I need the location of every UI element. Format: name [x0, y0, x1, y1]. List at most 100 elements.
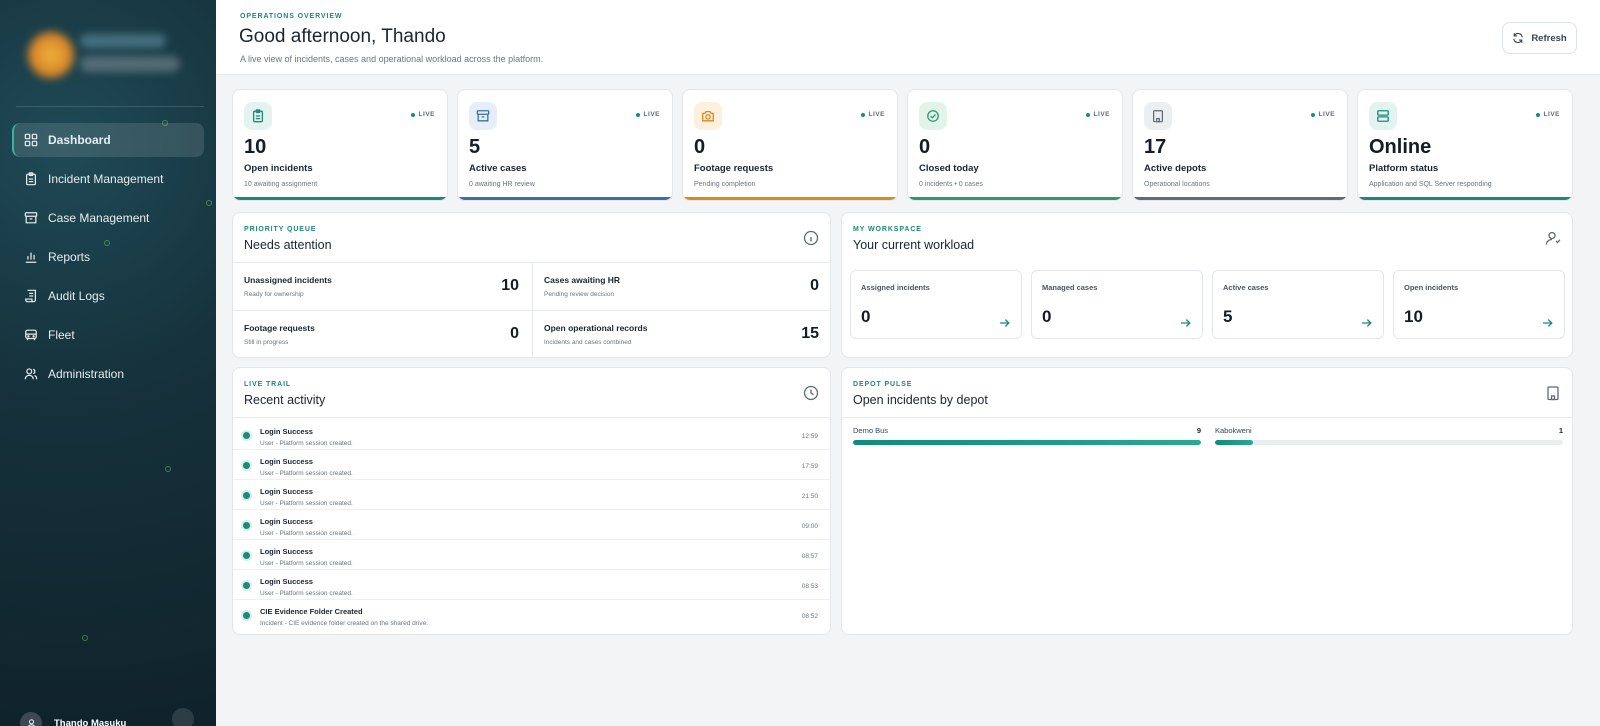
sidebar-item-case-management[interactable]: Case Management	[12, 201, 204, 235]
kpi-accent-bar	[458, 197, 672, 200]
activity-item[interactable]: Login Success User - Platform session cr…	[233, 570, 830, 600]
activity-subtext: User - Platform session created.	[260, 590, 353, 597]
info-icon[interactable]	[803, 230, 819, 246]
workload-value: 10	[1404, 307, 1423, 326]
depot-count: 9	[1196, 426, 1201, 435]
arrow-right-icon	[999, 316, 1011, 328]
user-icon[interactable]	[1545, 230, 1561, 246]
sidebar: Dashboard Incident Management Case Manag…	[0, 0, 216, 726]
company-logo[interactable]	[20, 22, 180, 84]
activity-time: 12:59	[801, 433, 818, 440]
activity-time: 08:57	[801, 553, 818, 560]
live-badge: LIVE	[1085, 111, 1110, 118]
activity-title: Login Success	[260, 577, 313, 586]
pq-footage-requests[interactable]: Footage requests Still in progress 0	[233, 311, 531, 357]
panel-title: Open incidents by depot	[853, 393, 988, 407]
activity-item[interactable]: Login Success User - Platform session cr…	[233, 480, 830, 510]
sidebar-item-reports[interactable]: Reports	[12, 240, 204, 274]
camera-icon	[694, 102, 722, 130]
kpi-value: 17	[1144, 136, 1167, 158]
refresh-icon	[1513, 32, 1523, 44]
kpi-card-footage-requests[interactable]: LIVE 0 Footage requests Pending completi…	[682, 89, 898, 201]
user-profile[interactable]: Thando Masuku	[20, 708, 194, 726]
pq-subtext: Ready for ownership	[244, 291, 304, 298]
activity-item[interactable]: Login Success User - Platform session cr…	[233, 510, 830, 540]
activity-time: 09:00	[801, 523, 818, 530]
workload-card-active-cases[interactable]: Active cases 5	[1212, 270, 1384, 339]
pq-cases-awaiting-hr[interactable]: Cases awaiting HR Pending review decisio…	[533, 263, 830, 311]
pq-label: Unassigned incidents	[244, 275, 332, 285]
depot-progress-track	[853, 440, 1201, 445]
sidebar-item-administration[interactable]: Administration	[12, 357, 204, 391]
status-dot	[243, 492, 250, 499]
status-dot	[243, 432, 250, 439]
kpi-card-active-depots[interactable]: LIVE 17 Active depots Operational locati…	[1132, 89, 1348, 201]
workload-label: Active cases	[1223, 283, 1269, 292]
kpi-card-active-cases[interactable]: LIVE 5 Active cases 0 awaiting HR review	[457, 89, 673, 201]
bar-chart-icon	[24, 250, 38, 264]
kpi-accent-bar	[1133, 197, 1347, 200]
activity-item[interactable]: CIE Evidence Folder Created Incident - C…	[233, 600, 830, 630]
page-eyebrow: OPERATIONS OVERVIEW	[240, 13, 343, 20]
activity-item[interactable]: Login Success User - Platform session cr…	[233, 420, 830, 450]
panel-title: Needs attention	[244, 238, 332, 252]
kpi-subtext: Operational locations	[1144, 181, 1210, 188]
panel-eyebrow: LIVE TRAIL	[244, 381, 292, 388]
live-badge: LIVE	[1535, 111, 1560, 118]
decor-dot	[206, 200, 212, 206]
kpi-label: Closed today	[919, 163, 979, 174]
workload-card-open-incidents[interactable]: Open incidents 10	[1393, 270, 1565, 339]
sidebar-item-audit-logs[interactable]: Audit Logs	[12, 279, 204, 313]
kpi-card-platform-status[interactable]: LIVE Online Platform status Application …	[1357, 89, 1573, 201]
workload-card-assigned-incidents[interactable]: Assigned incidents 0	[850, 270, 1022, 339]
activity-title: Login Success	[260, 547, 313, 556]
status-dot	[243, 582, 250, 589]
building-icon	[1144, 102, 1172, 130]
pq-unassigned-incidents[interactable]: Unassigned incidents Ready for ownership…	[233, 263, 531, 311]
status-dot	[243, 522, 250, 529]
depot-name: Kabokweni	[1215, 426, 1252, 435]
depot-pulse-panel: DEPOT PULSE Open incidents by depot Demo…	[841, 367, 1573, 635]
page-title: Good afternoon, Thando	[239, 26, 446, 47]
workload-value: 0	[861, 307, 871, 326]
sidebar-item-fleet[interactable]: Fleet	[12, 318, 204, 352]
kpi-label: Platform status	[1369, 163, 1439, 174]
activity-item[interactable]: Login Success User - Platform session cr…	[233, 450, 830, 480]
kpi-card-closed-today[interactable]: LIVE 0 Closed today 0 incidents • 0 case…	[907, 89, 1123, 201]
pq-value: 0	[810, 277, 819, 294]
pq-open-operational-records[interactable]: Open operational records Incidents and c…	[533, 311, 830, 357]
sidebar-item-incident-management[interactable]: Incident Management	[12, 162, 204, 196]
activity-subtext: User - Platform session created.	[260, 560, 353, 567]
workload-card-managed-cases[interactable]: Managed cases 0	[1031, 270, 1203, 339]
sidebar-item-label: Fleet	[48, 328, 75, 342]
kpi-card-open-incidents[interactable]: LIVE 10 Open incidents 10 awaiting assig…	[232, 89, 448, 201]
clock-icon[interactable]	[803, 385, 819, 401]
activity-subtext: User - Platform session created.	[260, 500, 353, 507]
activity-item[interactable]: Login Success User - Platform session cr…	[233, 540, 830, 570]
depot-progress-fill	[853, 440, 1201, 445]
decor-dot	[165, 466, 171, 472]
page-subtitle: A live view of incidents, cases and oper…	[240, 54, 544, 64]
collapse-sidebar-button[interactable]	[172, 708, 194, 726]
check-circle-icon	[919, 102, 947, 130]
status-dot	[243, 462, 250, 469]
kpi-accent-bar	[1358, 197, 1572, 200]
refresh-button[interactable]: Refresh	[1502, 22, 1577, 54]
workload-label: Assigned incidents	[861, 283, 930, 292]
pq-value: 10	[501, 277, 519, 294]
depot-progress-track	[1215, 440, 1563, 445]
server-icon	[1369, 102, 1397, 130]
activity-subtext: User - Platform session created.	[260, 440, 353, 447]
building-icon[interactable]	[1545, 385, 1561, 401]
sidebar-item-label: Dashboard	[48, 133, 111, 147]
sidebar-item-dashboard[interactable]: Dashboard	[12, 123, 204, 157]
workload-value: 0	[1042, 307, 1052, 326]
activity-time: 08:52	[801, 613, 818, 620]
sidebar-divider	[16, 106, 204, 107]
kpi-subtext: Pending completion	[694, 181, 756, 188]
activity-subtext: User - Platform session created.	[260, 530, 353, 537]
activity-subtext: Incident - CIE evidence folder created o…	[260, 620, 429, 627]
page-header: OPERATIONS OVERVIEW Good afternoon, Than…	[216, 0, 1600, 75]
activity-title: Login Success	[260, 487, 313, 496]
kpi-label: Active depots	[1144, 163, 1207, 174]
